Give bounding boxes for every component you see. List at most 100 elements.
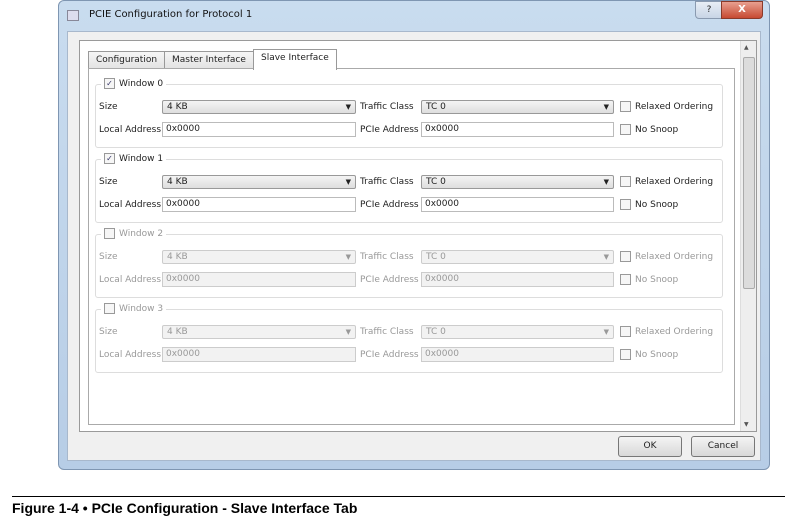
local-address-input[interactable]: 0x0000 bbox=[162, 272, 356, 287]
size-value: 4 KB bbox=[167, 102, 188, 112]
window-enable[interactable]: Window 2 bbox=[101, 228, 167, 239]
scroll-up-icon[interactable]: ▲ bbox=[744, 44, 749, 51]
chevron-down-icon: ▼ bbox=[603, 328, 609, 336]
size-select[interactable]: 4 KB ▼ bbox=[162, 175, 356, 189]
chevron-down-icon: ▼ bbox=[345, 253, 351, 261]
size-value: 4 KB bbox=[167, 177, 188, 187]
checkbox[interactable] bbox=[620, 251, 631, 262]
checkbox[interactable] bbox=[104, 303, 115, 314]
local-address-label: Local Address bbox=[99, 350, 162, 360]
traffic-class-label: Traffic Class bbox=[360, 177, 414, 187]
local-address-label: Local Address bbox=[99, 200, 162, 210]
window-label: Window 3 bbox=[119, 303, 164, 314]
relaxed-ordering-label: Relaxed Ordering bbox=[635, 101, 714, 112]
window-enable[interactable]: ✓ Window 1 bbox=[101, 153, 167, 164]
checkbox[interactable]: ✓ bbox=[104, 78, 115, 89]
local-address-input[interactable]: 0x0000 bbox=[162, 197, 356, 212]
traffic-class-select[interactable]: TC 0 ▼ bbox=[421, 325, 614, 339]
window-group: ✓ Window 0 Size 4 KB ▼ Traffic Class TC 0 ▼… bbox=[95, 78, 723, 148]
no-snoop-checkbox[interactable]: No Snoop bbox=[620, 274, 678, 285]
scroll-down-icon[interactable]: ▼ bbox=[744, 421, 749, 428]
traffic-class-select[interactable]: TC 0 ▼ bbox=[421, 250, 614, 264]
relaxed-ordering-checkbox[interactable]: Relaxed Ordering bbox=[620, 326, 713, 337]
window-group: ✓ Window 1 Size 4 KB ▼ Traffic Class TC 0 ▼… bbox=[95, 153, 723, 223]
relaxed-ordering-checkbox[interactable]: Relaxed Ordering bbox=[620, 101, 713, 112]
chevron-down-icon: ▼ bbox=[603, 253, 609, 261]
checkbox[interactable] bbox=[620, 274, 631, 285]
dialog-window: PCIE Configuration for Protocol 1 ? X Co… bbox=[58, 0, 770, 470]
window-title: PCIE Configuration for Protocol 1 bbox=[89, 9, 253, 20]
vertical-scrollbar[interactable]: ▲ ▼ bbox=[740, 41, 756, 431]
size-value: 4 KB bbox=[167, 252, 188, 262]
ok-button[interactable]: OK bbox=[618, 436, 682, 457]
app-icon bbox=[67, 10, 79, 21]
scroll-area: Configuration Master Interface Slave Int… bbox=[79, 40, 757, 432]
pcie-address-label: PCIe Address bbox=[360, 350, 419, 360]
size-label: Size bbox=[99, 252, 118, 262]
slave-interface-panel: ✓ Window 0 Size 4 KB ▼ Traffic Class TC 0 ▼… bbox=[88, 68, 735, 425]
checkbox[interactable]: ✓ bbox=[104, 153, 115, 164]
no-snoop-checkbox[interactable]: No Snoop bbox=[620, 124, 678, 135]
size-select[interactable]: 4 KB ▼ bbox=[162, 100, 356, 114]
size-select[interactable]: 4 KB ▼ bbox=[162, 325, 356, 339]
tab-configuration[interactable]: Configuration bbox=[88, 51, 166, 69]
figure-caption: Figure 1-4 • PCIe Configuration - Slave … bbox=[12, 500, 358, 516]
window-group: Window 3 Size 4 KB ▼ Traffic Class TC 0 ▼ … bbox=[95, 303, 723, 373]
pcie-address-label: PCIe Address bbox=[360, 275, 419, 285]
traffic-class-label: Traffic Class bbox=[360, 102, 414, 112]
checkbox[interactable] bbox=[620, 326, 631, 337]
window-enable[interactable]: Window 3 bbox=[101, 303, 167, 314]
size-label: Size bbox=[99, 177, 118, 187]
traffic-class-value: TC 0 bbox=[426, 177, 446, 187]
local-address-label: Local Address bbox=[99, 125, 162, 135]
chevron-down-icon: ▼ bbox=[345, 178, 351, 186]
tab-master-interface[interactable]: Master Interface bbox=[164, 51, 254, 69]
pcie-address-input[interactable]: 0x0000 bbox=[421, 122, 614, 137]
checkbox[interactable] bbox=[104, 228, 115, 239]
size-select[interactable]: 4 KB ▼ bbox=[162, 250, 356, 264]
relaxed-ordering-label: Relaxed Ordering bbox=[635, 326, 714, 337]
scroll-thumb[interactable] bbox=[743, 57, 755, 289]
chevron-down-icon: ▼ bbox=[603, 178, 609, 186]
pcie-address-input[interactable]: 0x0000 bbox=[421, 272, 614, 287]
no-snoop-checkbox[interactable]: No Snoop bbox=[620, 199, 678, 210]
size-value: 4 KB bbox=[167, 327, 188, 337]
checkbox[interactable] bbox=[620, 124, 631, 135]
traffic-class-label: Traffic Class bbox=[360, 252, 414, 262]
no-snoop-label: No Snoop bbox=[635, 124, 679, 135]
pcie-address-label: PCIe Address bbox=[360, 200, 419, 210]
checkbox[interactable] bbox=[620, 349, 631, 360]
relaxed-ordering-checkbox[interactable]: Relaxed Ordering bbox=[620, 251, 713, 262]
relaxed-ordering-label: Relaxed Ordering bbox=[635, 251, 714, 262]
traffic-class-select[interactable]: TC 0 ▼ bbox=[421, 100, 614, 114]
help-button[interactable]: ? bbox=[695, 1, 723, 19]
traffic-class-value: TC 0 bbox=[426, 252, 446, 262]
no-snoop-checkbox[interactable]: No Snoop bbox=[620, 349, 678, 360]
caption-rule bbox=[12, 496, 785, 497]
cancel-button[interactable]: Cancel bbox=[691, 436, 755, 457]
traffic-class-value: TC 0 bbox=[426, 102, 446, 112]
dialog-client: Configuration Master Interface Slave Int… bbox=[67, 31, 761, 461]
close-button[interactable]: X bbox=[721, 1, 763, 19]
window-group: Window 2 Size 4 KB ▼ Traffic Class TC 0 ▼ … bbox=[95, 228, 723, 298]
window-label: Window 1 bbox=[119, 153, 164, 164]
relaxed-ordering-checkbox[interactable]: Relaxed Ordering bbox=[620, 176, 713, 187]
size-label: Size bbox=[99, 102, 118, 112]
window-enable[interactable]: ✓ Window 0 bbox=[101, 78, 167, 89]
checkbox[interactable] bbox=[620, 199, 631, 210]
pcie-address-input[interactable]: 0x0000 bbox=[421, 347, 614, 362]
checkbox[interactable] bbox=[620, 101, 631, 112]
traffic-class-select[interactable]: TC 0 ▼ bbox=[421, 175, 614, 189]
local-address-label: Local Address bbox=[99, 275, 162, 285]
local-address-input[interactable]: 0x0000 bbox=[162, 122, 356, 137]
pcie-address-input[interactable]: 0x0000 bbox=[421, 197, 614, 212]
relaxed-ordering-label: Relaxed Ordering bbox=[635, 176, 714, 187]
local-address-input[interactable]: 0x0000 bbox=[162, 347, 356, 362]
tab-slave-interface[interactable]: Slave Interface bbox=[253, 49, 337, 70]
chevron-down-icon: ▼ bbox=[603, 103, 609, 111]
chevron-down-icon: ▼ bbox=[345, 103, 351, 111]
checkbox[interactable] bbox=[620, 176, 631, 187]
no-snoop-label: No Snoop bbox=[635, 349, 679, 360]
chevron-down-icon: ▼ bbox=[345, 328, 351, 336]
no-snoop-label: No Snoop bbox=[635, 274, 679, 285]
